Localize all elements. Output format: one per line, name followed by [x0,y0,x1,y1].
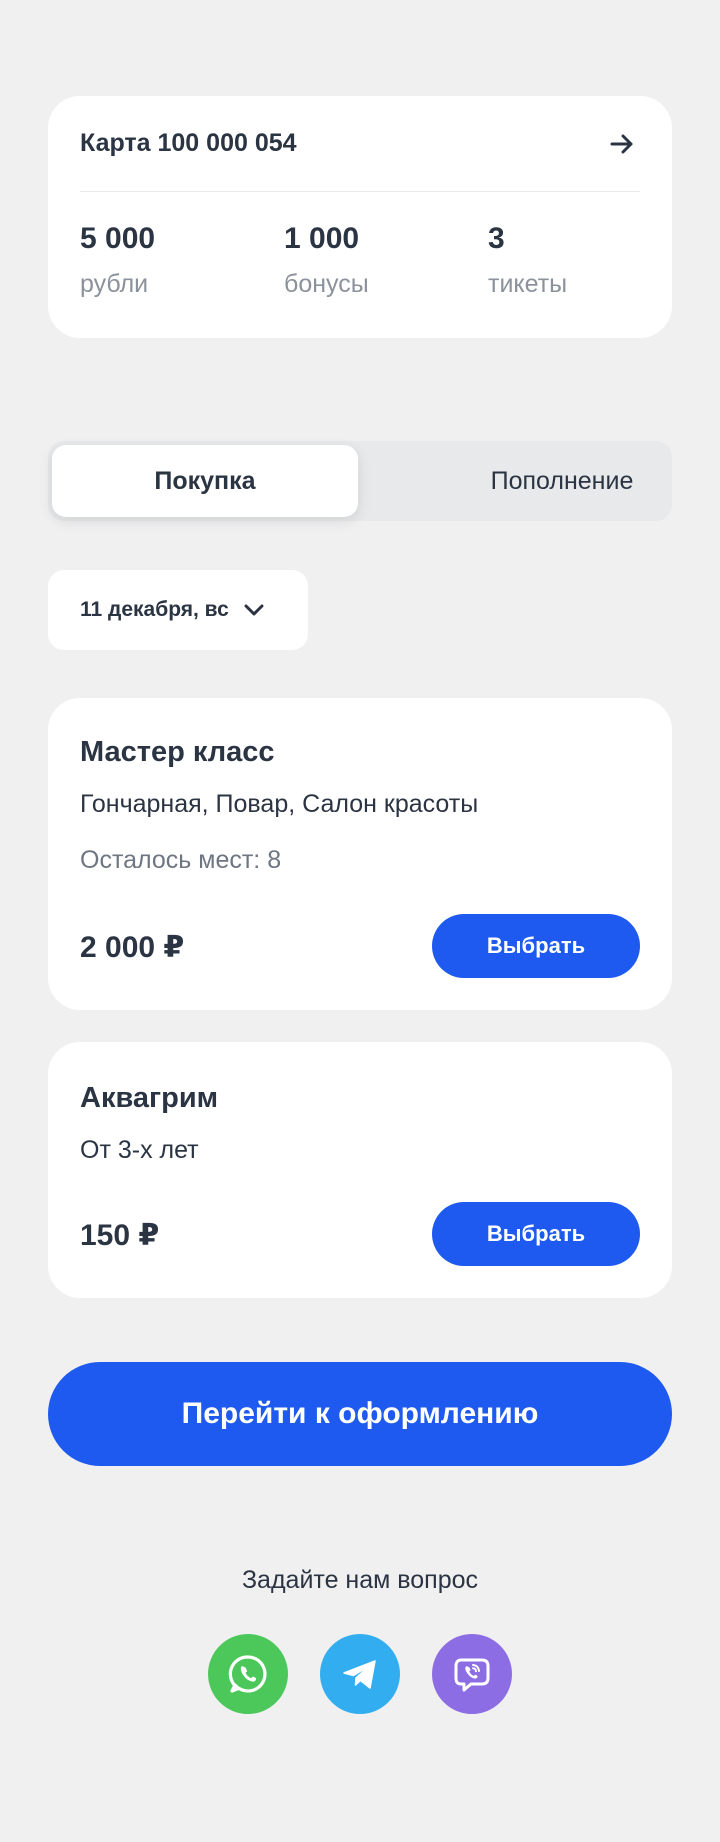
stat-rubles: 5 000 рубли [80,224,155,297]
date-value: 11 декабря, вс [80,598,229,621]
date-dropdown[interactable]: 11 декабря, вс [48,570,308,650]
stat-value: 1 000 [284,222,360,255]
product-price: 150 ₽ [80,1219,160,1252]
tab-purchase[interactable]: Покупка [52,445,358,517]
select-button[interactable]: Выбрать [432,914,640,978]
tab-topup[interactable]: Пополнение [408,445,716,517]
stat-value: 5 000 [80,222,156,255]
contact-prompt: Задайте нам вопрос [241,1566,479,1594]
viber-icon[interactable] [432,1634,512,1714]
product-card: Мастер класс Гончарная, Повар, Салон кра… [48,698,672,1010]
product-description: Гончарная, Повар, Салон красоты [80,790,479,818]
card-header[interactable]: Карта 100 000 054 [80,96,640,192]
product-card: Аквагрим От 3-х лет 150 ₽ Выбрать [48,1042,672,1298]
product-title: Аквагрим [80,1082,219,1114]
product-price: 2 000 ₽ [80,931,185,964]
card-summary: Карта 100 000 054 5 000 рубли 1 000 бону… [48,96,672,338]
select-button[interactable]: Выбрать [432,1202,640,1266]
page: Карта 100 000 054 5 000 рубли 1 000 бону… [0,0,720,1842]
stat-label: бонусы [284,270,369,298]
telegram-icon[interactable] [320,1634,400,1714]
stat-tickets: 3 тикеты [488,224,567,297]
card-title: Карта 100 000 054 [80,129,297,157]
stat-label: рубли [80,270,149,298]
card-stats: 5 000 рубли 1 000 бонусы 3 тикеты [80,224,640,304]
social-links [0,1634,720,1714]
chevron-down-icon [243,603,265,617]
product-title: Мастер класс [80,736,275,768]
product-description: От 3-х лет [80,1136,199,1164]
checkout-button[interactable]: Перейти к оформлению [48,1362,672,1466]
product-seats-left: Осталось мест: 8 [80,846,282,874]
whatsapp-icon[interactable] [208,1634,288,1714]
arrow-right-icon[interactable] [604,126,640,162]
stat-bonuses: 1 000 бонусы [284,224,369,297]
purchase-topup-switch: Покупка Пополнение [48,441,672,521]
stat-value: 3 [488,222,505,255]
stat-label: тикеты [488,270,568,298]
